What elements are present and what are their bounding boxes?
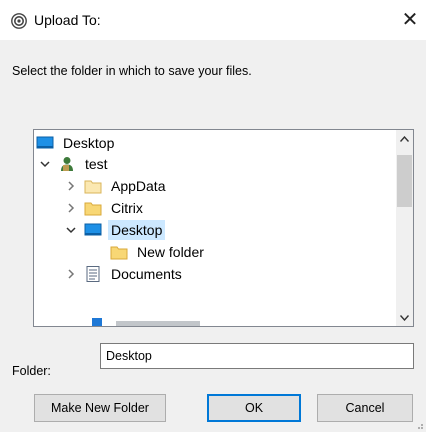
tree-item-citrix[interactable]: Citrix: [64, 197, 146, 219]
tree-item-partial-label: [116, 321, 200, 326]
instruction-text: Select the folder in which to save your …: [12, 64, 252, 78]
tree-item-appdata[interactable]: AppData: [64, 175, 168, 197]
tree-item-new-folder[interactable]: New folder: [110, 241, 207, 263]
tree-item-test[interactable]: test: [38, 153, 111, 175]
tree-scrollbar[interactable]: [396, 130, 413, 326]
desktop-icon: [36, 136, 54, 149]
upload-app-icon: [11, 13, 27, 29]
tree-item-label: Desktop: [63, 135, 115, 151]
tree-item-desktop[interactable]: Desktop: [64, 219, 166, 241]
tree-item-desktop-root[interactable]: Desktop: [36, 132, 117, 154]
close-button[interactable]: ✕: [398, 8, 422, 32]
chevron-right-icon[interactable]: [64, 179, 78, 193]
scroll-down-button[interactable]: [396, 309, 413, 326]
close-icon: ✕: [401, 9, 419, 31]
user-icon: [61, 157, 73, 171]
chevron-up-icon: [400, 135, 409, 142]
cancel-button[interactable]: Cancel: [317, 394, 413, 422]
chevron-down-icon[interactable]: [38, 157, 52, 171]
folder-icon: [110, 246, 128, 260]
title-bar: Upload To: ✕: [0, 0, 426, 40]
make-new-folder-button[interactable]: Make New Folder: [34, 394, 166, 422]
tree-item-label: New folder: [137, 244, 204, 260]
tree-item-label: Desktop: [108, 220, 166, 240]
folder-icon: [84, 202, 102, 216]
tree-item-label: AppData: [111, 178, 166, 194]
tree-item-label: Documents: [111, 266, 182, 282]
window-title: Upload To:: [34, 12, 101, 28]
folder-input[interactable]: Desktop: [100, 343, 414, 369]
tree-item-partial: [92, 318, 102, 326]
scrollbar-thumb[interactable]: [397, 155, 412, 207]
chevron-right-icon[interactable]: [64, 267, 78, 281]
documents-icon: [86, 266, 100, 282]
tree-item-label: test: [85, 156, 108, 172]
tree-item-documents[interactable]: Documents: [64, 263, 185, 285]
chevron-down-icon: [400, 314, 409, 321]
resize-grip-icon[interactable]: [414, 420, 424, 430]
folder-label: Folder:: [12, 364, 51, 378]
chevron-down-icon[interactable]: [64, 223, 78, 237]
tree-item-label: Citrix: [111, 200, 143, 216]
folder-icon: [84, 180, 102, 194]
desktop-icon: [84, 223, 102, 236]
folder-tree[interactable]: Desktop test AppData Citrix Desktop New …: [33, 129, 414, 327]
chevron-right-icon[interactable]: [64, 201, 78, 215]
ok-button[interactable]: OK: [207, 394, 301, 422]
scroll-up-button[interactable]: [396, 130, 413, 147]
